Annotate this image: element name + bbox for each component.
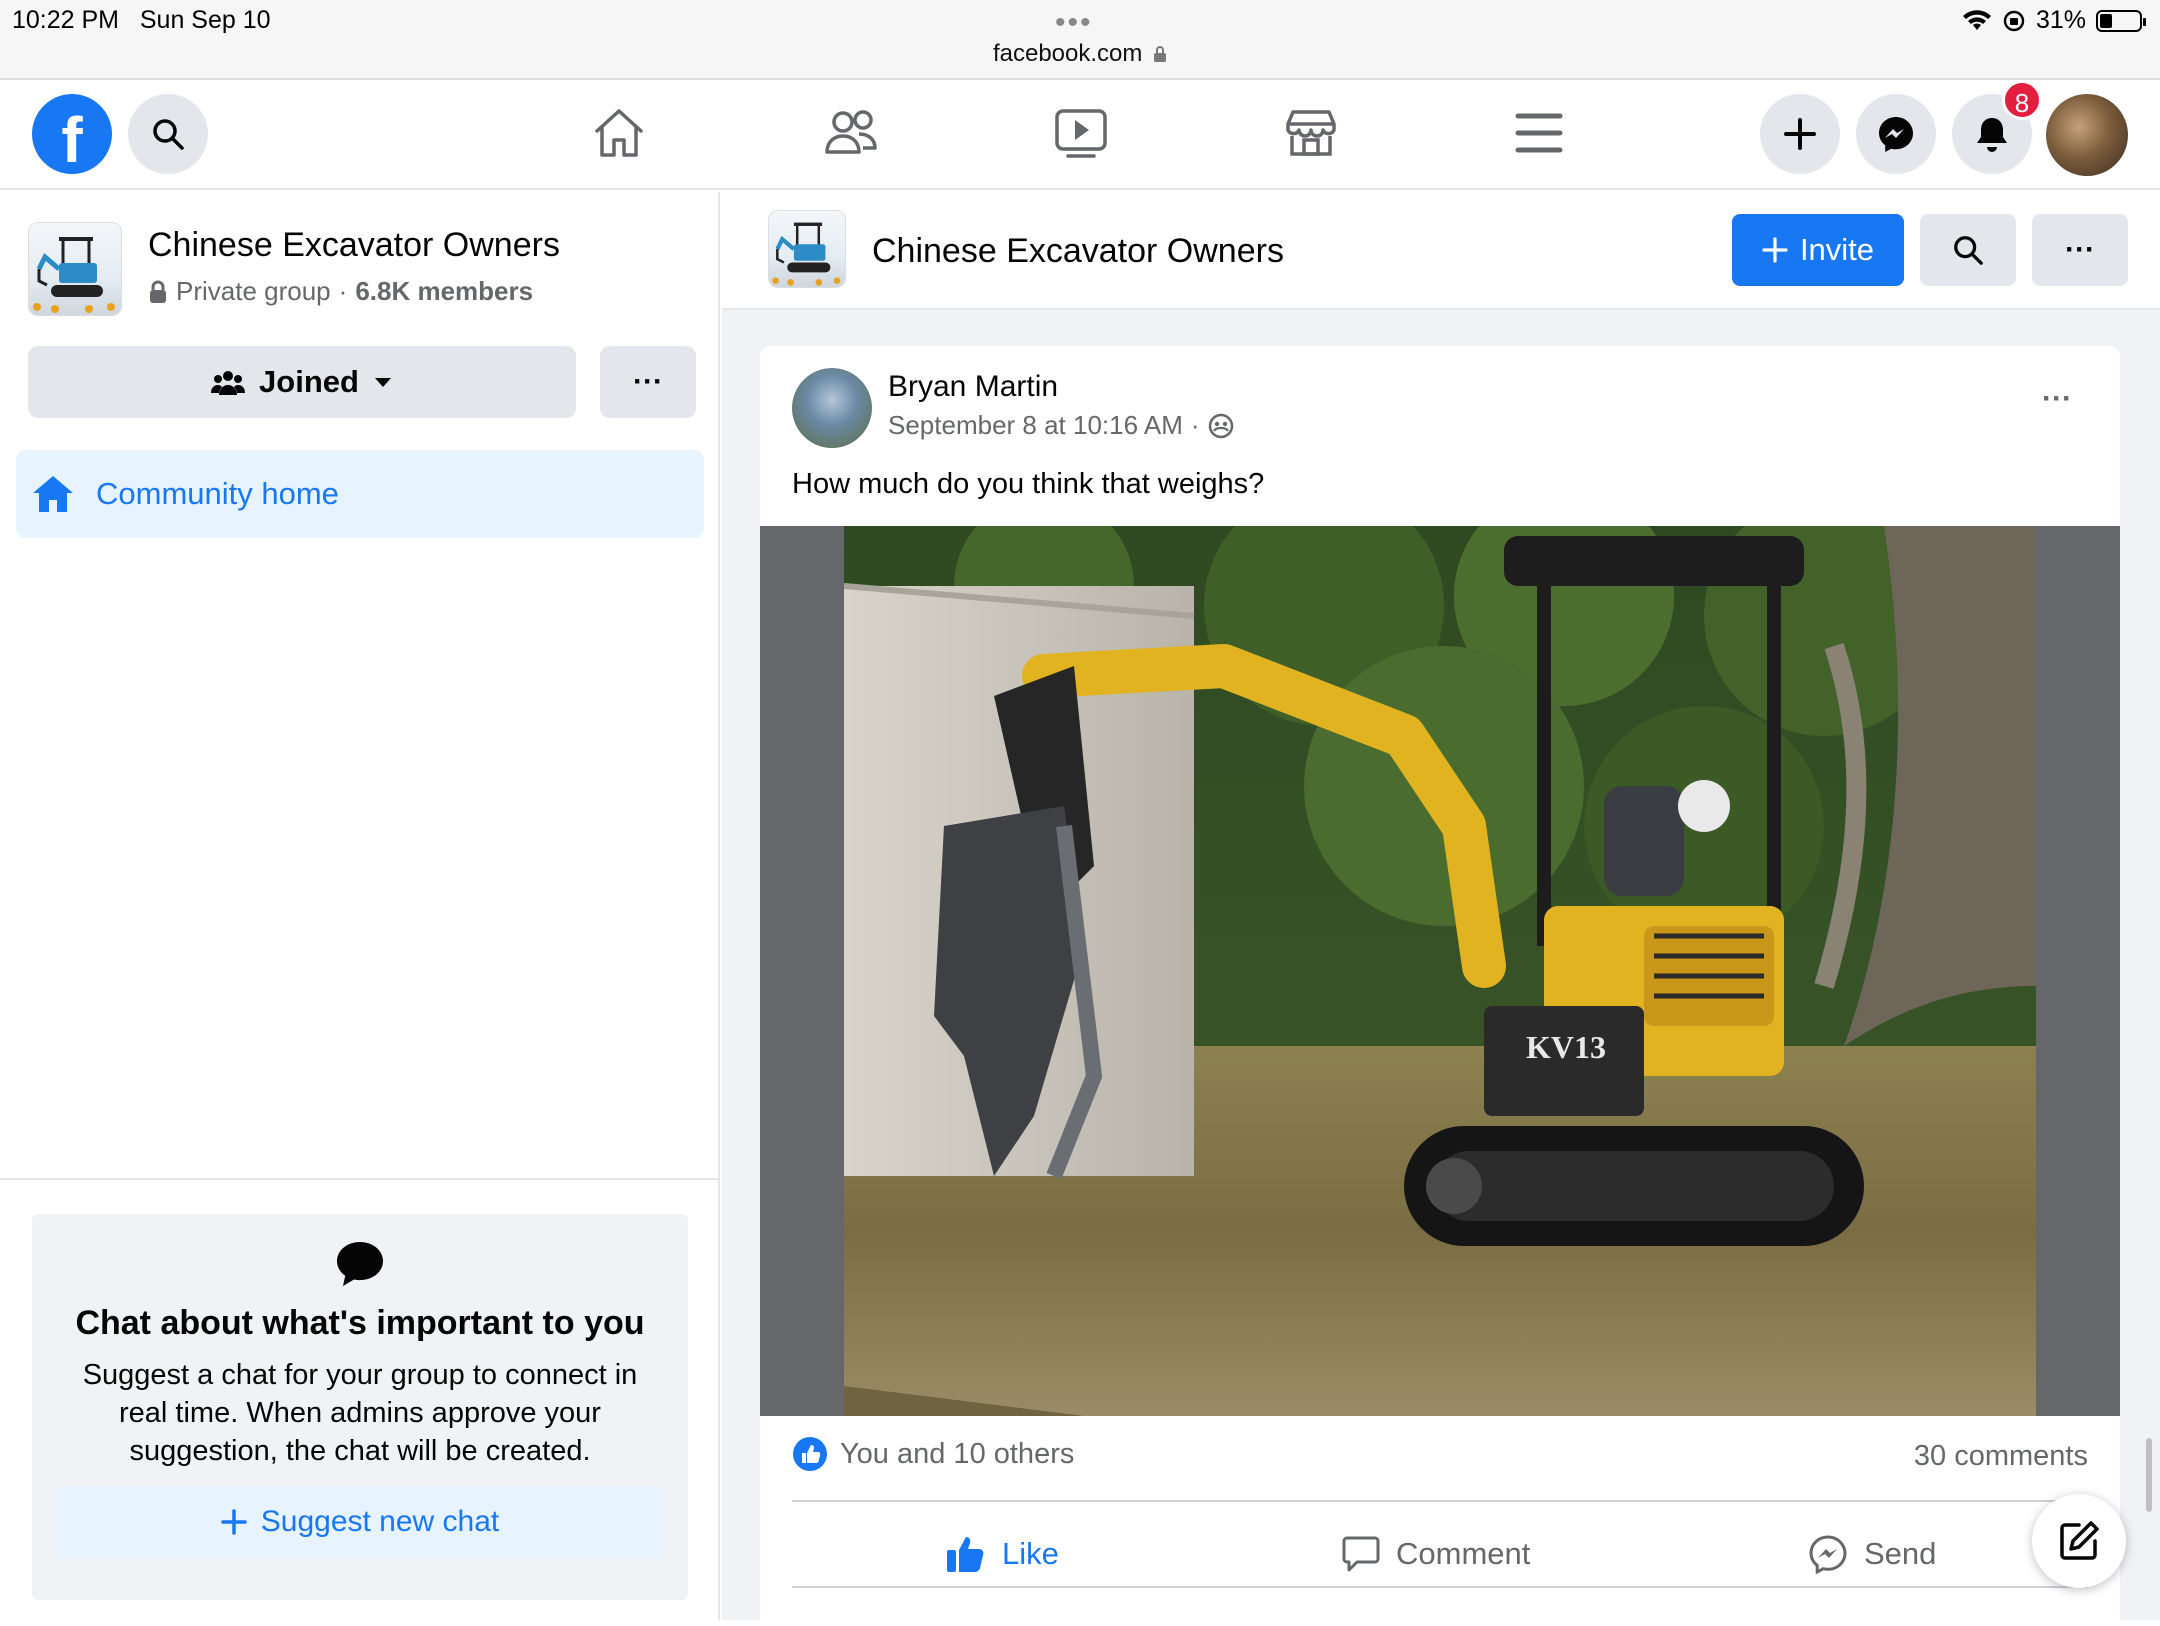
caret-down-icon	[374, 378, 391, 387]
search-button[interactable]	[128, 94, 208, 174]
browser-more-dots[interactable]: •••	[1055, 6, 1093, 40]
excavator-thumbnail-icon	[772, 222, 841, 286]
meta-separator: ·	[338, 276, 348, 306]
nav-friends[interactable]	[816, 98, 886, 168]
marketplace-icon	[1286, 110, 1336, 156]
group-thumbnail[interactable]	[28, 222, 122, 316]
nav-home[interactable]	[584, 98, 654, 168]
group-header-title[interactable]: Chinese Excavator Owners	[872, 232, 1284, 271]
home-filled-icon	[33, 476, 73, 512]
post-photo[interactable]: KV13	[760, 526, 2120, 1416]
like-button[interactable]: Like	[946, 1522, 1059, 1586]
group-header-thumbnail[interactable]	[768, 210, 846, 288]
sidebar-divider	[0, 1178, 718, 1180]
notification-badge: 8	[2002, 80, 2042, 120]
group-header-more-button[interactable]: ···	[2032, 214, 2128, 286]
community-home-label: Community home	[96, 476, 339, 511]
search-icon	[153, 119, 184, 150]
joined-button[interactable]: Joined	[28, 346, 576, 418]
invite-button[interactable]: Invite	[1732, 214, 1904, 286]
post-photo-image: KV13	[844, 526, 2036, 1416]
photo-model-label: KV13	[1526, 1029, 1606, 1065]
lock-icon	[150, 280, 166, 303]
group-feed: Chinese Excavator Owners Invite ··· Brya…	[722, 192, 2160, 1626]
post-timestamp[interactable]: September 8 at 10:16 AM	[888, 410, 1183, 441]
url-text: facebook.com	[992, 40, 1143, 67]
group-audience-icon	[1208, 413, 1233, 438]
reactions-summary[interactable]: You and 10 others	[792, 1436, 1074, 1472]
like-reaction-icon	[793, 1437, 827, 1471]
status-bar: 10:22 PM Sun Sep 10 ••• facebook.com 31%	[0, 0, 2160, 78]
post-more-button[interactable]: ···	[2042, 382, 2072, 416]
plus-icon	[1784, 118, 1816, 150]
facebook-logo[interactable]: f	[32, 94, 112, 174]
url-bar[interactable]: facebook.com	[0, 40, 2160, 68]
battery-icon	[2096, 9, 2146, 32]
community-home-link[interactable]: Community home	[16, 450, 704, 538]
send-label: Send	[1864, 1536, 1937, 1571]
nav-marketplace[interactable]	[1276, 98, 1346, 168]
top-nav: f 8	[0, 80, 2160, 190]
compose-button[interactable]	[2032, 1494, 2126, 1588]
plus-icon	[221, 1509, 247, 1535]
like-label: Like	[1002, 1536, 1059, 1571]
thumbs-up-icon	[947, 1537, 984, 1572]
reactions-text: You and 10 others	[840, 1437, 1075, 1470]
messenger-icon	[1879, 117, 1913, 152]
send-button[interactable]: Send	[1808, 1522, 1936, 1586]
group-search-button[interactable]	[1920, 214, 2016, 286]
search-icon	[1954, 236, 1983, 265]
create-button[interactable]	[1760, 94, 1840, 174]
home-icon	[595, 109, 643, 157]
comment-icon	[1342, 1536, 1380, 1572]
joined-label: Joined	[259, 364, 359, 399]
chat-card-description: Suggest a chat for your group to connect…	[82, 1359, 638, 1467]
post-divider	[792, 1500, 2088, 1502]
group-sidebar: Chinese Excavator Owners Private group ·…	[0, 192, 720, 1620]
comments-count[interactable]: 30 comments	[1914, 1440, 2088, 1473]
friends-icon	[825, 110, 877, 154]
post-author-name[interactable]: Bryan Martin	[888, 370, 1058, 404]
comment-label: Comment	[1396, 1536, 1531, 1571]
post-text: How much do you think that weighs?	[792, 468, 1265, 500]
members-icon	[211, 371, 246, 395]
messenger-button[interactable]	[1856, 94, 1936, 174]
post-divider-bottom	[792, 1586, 2088, 1588]
bell-icon	[1977, 118, 2007, 152]
profile-avatar[interactable]	[2046, 94, 2128, 176]
group-name[interactable]: Chinese Excavator Owners	[148, 226, 560, 265]
post-meta: September 8 at 10:16 AM ·	[888, 410, 1234, 441]
group-privacy: Private group	[176, 276, 331, 306]
status-right: 31%	[1962, 6, 2146, 35]
lock-icon	[1154, 46, 1167, 62]
post-meta-separator: ·	[1190, 410, 1200, 440]
chat-card-title: Chat about what's important to you	[75, 1304, 645, 1342]
group-more-button[interactable]: ···	[600, 346, 696, 418]
group-members[interactable]: 6.8K members	[355, 276, 533, 307]
suggest-new-chat-button[interactable]: Suggest new chat	[56, 1486, 664, 1558]
watch-icon	[1055, 109, 1107, 158]
compose-icon	[2060, 1521, 2099, 1560]
wifi-icon	[1962, 9, 1991, 30]
menu-icon	[1515, 113, 1563, 153]
scrollbar[interactable]	[2146, 1438, 2152, 1512]
comment-button[interactable]: Comment	[1342, 1522, 1530, 1586]
nav-watch[interactable]	[1046, 98, 1116, 168]
group-meta: Private group · 6.8K members	[148, 276, 533, 307]
battery-percent: 31%	[2035, 6, 2086, 34]
status-time: 10:22 PM Sun Sep 10	[12, 6, 271, 34]
invite-label: Invite	[1799, 232, 1875, 267]
excavator-thumbnail-icon	[33, 237, 115, 313]
chat-suggestion-card: Chat about what's important to you Sugge…	[32, 1214, 688, 1600]
excavator-photo: KV13	[844, 526, 2036, 1416]
messenger-outline-icon	[1809, 1535, 1847, 1574]
feed-post: Bryan Martin September 8 at 10:16 AM · ·…	[760, 346, 2120, 1626]
chat-bubble-icon	[337, 1242, 383, 1286]
orientation-lock-icon	[2003, 10, 2025, 31]
post-author-avatar[interactable]	[792, 368, 872, 448]
plus-icon	[1762, 237, 1788, 263]
suggest-new-chat-label: Suggest new chat	[260, 1505, 500, 1538]
nav-menu[interactable]	[1504, 98, 1574, 168]
group-header: Chinese Excavator Owners Invite ···	[722, 192, 2160, 310]
